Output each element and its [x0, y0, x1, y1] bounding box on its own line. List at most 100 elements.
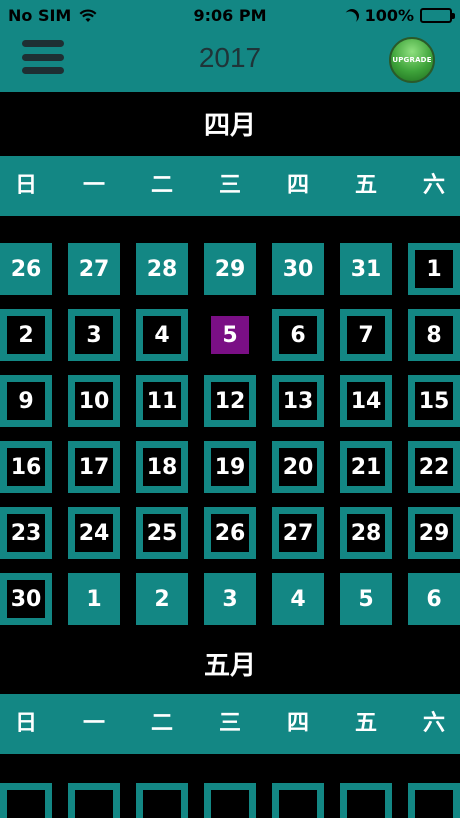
day-cell-inner [347, 790, 385, 818]
day-cell[interactable]: 25 [136, 507, 188, 559]
day-cell[interactable]: 6 [272, 309, 324, 361]
day-number: 20 [279, 448, 317, 486]
day-cell[interactable]: 23 [0, 507, 52, 559]
weekday-label: 五 [354, 711, 377, 736]
battery-icon [420, 8, 455, 23]
weekday-header-april: 日一二三四五六 [0, 156, 460, 216]
day-cell[interactable]: 3 [204, 573, 256, 625]
day-cell[interactable]: 13 [272, 375, 324, 427]
day-cell[interactable] [204, 783, 256, 818]
day-cell-today[interactable]: 5 [204, 309, 256, 361]
weekday-label: 二 [150, 711, 173, 736]
day-cell[interactable]: 26 [204, 507, 256, 559]
day-cell[interactable]: 14 [340, 375, 392, 427]
day-cell[interactable]: 6 [408, 573, 460, 625]
day-cell-inner [7, 790, 45, 818]
header-bar: No SIM 9:06 PM 100% 2017 UPGRADE [0, 0, 460, 92]
day-number: 27 [279, 514, 317, 552]
day-cell[interactable]: 21 [340, 441, 392, 493]
day-cell[interactable] [340, 783, 392, 818]
weekday-label: 六 [422, 711, 445, 736]
day-cell[interactable]: 31 [340, 243, 392, 295]
weekday-label: 四 [286, 173, 309, 198]
day-cell[interactable]: 11 [136, 375, 188, 427]
day-cell[interactable]: 26 [0, 243, 52, 295]
day-cell-inner [211, 790, 249, 818]
day-cell[interactable]: 28 [340, 507, 392, 559]
day-cell-inner [279, 790, 317, 818]
status-bar: No SIM 9:06 PM 100% [0, 0, 460, 30]
day-number: 5 [211, 316, 249, 354]
day-cell[interactable]: 7 [340, 309, 392, 361]
weekday-label: 五 [354, 173, 377, 198]
day-cell[interactable]: 20 [272, 441, 324, 493]
day-cell[interactable]: 12 [204, 375, 256, 427]
day-cell[interactable]: 27 [272, 507, 324, 559]
day-number: 15 [415, 382, 453, 420]
day-cell[interactable]: 22 [408, 441, 460, 493]
day-number: 9 [7, 382, 45, 420]
day-number: 5 [358, 586, 374, 612]
weekday-label: 一 [82, 173, 105, 198]
day-cell[interactable] [136, 783, 188, 818]
day-cell[interactable]: 18 [136, 441, 188, 493]
day-cell[interactable]: 8 [408, 309, 460, 361]
weekday-label: 日 [14, 711, 37, 736]
day-cell[interactable]: 19 [204, 441, 256, 493]
status-right: 100% [345, 6, 455, 25]
day-number: 30 [7, 580, 45, 618]
day-cell[interactable]: 2 [0, 309, 52, 361]
day-cell[interactable]: 30 [0, 573, 52, 625]
upgrade-button[interactable]: UPGRADE [389, 37, 435, 83]
day-cell[interactable]: 3 [68, 309, 120, 361]
day-number: 1 [415, 250, 453, 288]
day-number: 13 [279, 382, 317, 420]
day-cell[interactable] [408, 783, 460, 818]
day-number: 8 [415, 316, 453, 354]
month-title-april: 四月 [203, 111, 256, 141]
day-number: 12 [211, 382, 249, 420]
weekday-label: 一 [82, 711, 105, 736]
day-cell[interactable]: 1 [68, 573, 120, 625]
day-number: 10 [75, 382, 113, 420]
day-number: 26 [10, 256, 42, 282]
day-cell-inner [143, 790, 181, 818]
day-number: 24 [75, 514, 113, 552]
day-cell[interactable]: 27 [68, 243, 120, 295]
weekday-label: 六 [422, 173, 445, 198]
day-cell[interactable]: 4 [272, 573, 324, 625]
day-cell[interactable]: 28 [136, 243, 188, 295]
day-cell[interactable]: 9 [0, 375, 52, 427]
day-number: 3 [222, 586, 238, 612]
day-cell[interactable]: 29 [408, 507, 460, 559]
day-number: 25 [143, 514, 181, 552]
day-cell[interactable]: 5 [340, 573, 392, 625]
day-number: 28 [347, 514, 385, 552]
day-cell[interactable]: 17 [68, 441, 120, 493]
day-number: 2 [154, 586, 170, 612]
day-number: 22 [415, 448, 453, 486]
day-cell[interactable]: 24 [68, 507, 120, 559]
day-cell[interactable]: 2 [136, 573, 188, 625]
weekday-label: 二 [150, 173, 173, 198]
day-cell[interactable]: 15 [408, 375, 460, 427]
day-cell[interactable]: 10 [68, 375, 120, 427]
day-cell[interactable]: 29 [204, 243, 256, 295]
day-number: 4 [143, 316, 181, 354]
day-number: 29 [214, 256, 246, 282]
day-number: 16 [7, 448, 45, 486]
day-cell[interactable]: 16 [0, 441, 52, 493]
weekday-label: 四 [286, 711, 309, 736]
day-cell[interactable] [0, 783, 52, 818]
day-cell[interactable]: 30 [272, 243, 324, 295]
day-number: 19 [211, 448, 249, 486]
day-cell[interactable]: 1 [408, 243, 460, 295]
month-title-may: 五月 [203, 651, 256, 681]
day-number: 30 [282, 256, 314, 282]
day-number: 29 [415, 514, 453, 552]
day-cell[interactable] [272, 783, 324, 818]
day-cell[interactable] [68, 783, 120, 818]
day-number: 1 [86, 586, 102, 612]
day-number: 14 [347, 382, 385, 420]
day-cell[interactable]: 4 [136, 309, 188, 361]
